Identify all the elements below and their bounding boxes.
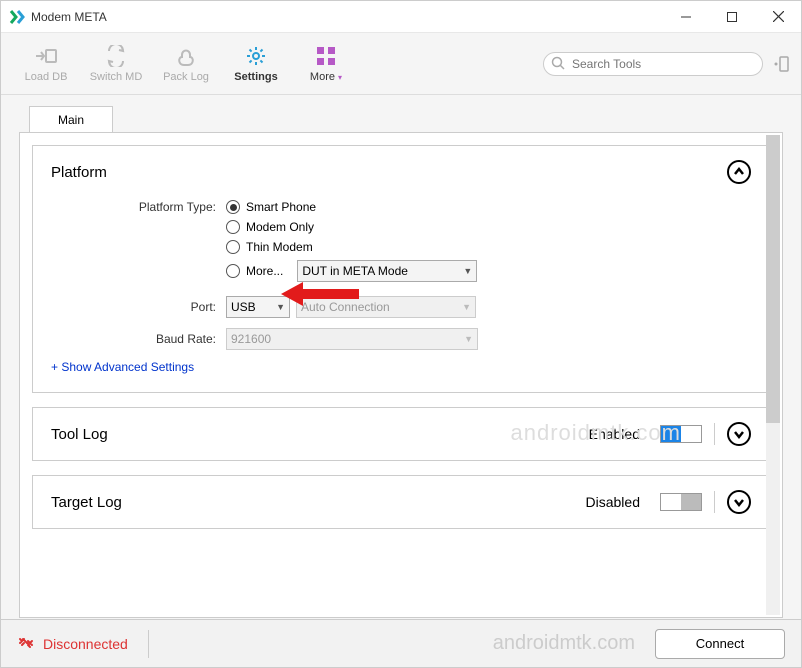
tool-log-title: Tool Log <box>51 426 108 443</box>
more-mode-select[interactable]: DUT in META Mode▼ <box>297 260 477 282</box>
settings-label: Settings <box>234 71 277 83</box>
connect-button[interactable]: Connect <box>655 629 785 659</box>
load-db-button[interactable]: Load DB <box>11 44 81 83</box>
tool-log-expand-button[interactable] <box>727 422 751 446</box>
baud-label: Baud Rate: <box>51 332 226 346</box>
collapse-button[interactable] <box>727 160 751 184</box>
settings-button[interactable]: Settings <box>221 44 291 83</box>
search-field[interactable] <box>543 52 763 76</box>
platform-section: Platform Platform Type: Smart Phone Mode… <box>32 145 770 393</box>
panel-toggle-icon[interactable] <box>771 54 791 74</box>
more-icon <box>314 44 338 68</box>
port-connection-select: Auto Connection▼ <box>296 296 476 318</box>
pack-log-button[interactable]: Pack Log <box>151 44 221 83</box>
app-logo-icon <box>9 9 25 25</box>
main-panel: Platform Platform Type: Smart Phone Mode… <box>19 132 783 618</box>
settings-icon <box>244 44 268 68</box>
radio-more-label[interactable]: More... <box>246 264 283 278</box>
more-label: More ▾ <box>310 71 342 83</box>
status-text: Disconnected <box>43 636 128 652</box>
tab-main[interactable]: Main <box>29 106 113 133</box>
show-advanced-link[interactable]: + Show Advanced Settings <box>51 360 751 374</box>
radio-modem-only[interactable] <box>226 220 240 234</box>
title-bar: Modem META <box>1 1 801 33</box>
target-log-state: Disabled <box>586 494 640 510</box>
content-area: Main Platform Platform Type: Smart Phone… <box>1 95 801 619</box>
status-separator <box>148 630 149 658</box>
close-button[interactable] <box>755 1 801 33</box>
switch-md-button[interactable]: Switch MD <box>81 44 151 83</box>
more-button[interactable]: More ▾ <box>291 44 361 83</box>
baud-select: 921600▼ <box>226 328 478 350</box>
target-log-title: Target Log <box>51 494 122 511</box>
pack-log-label: Pack Log <box>163 71 209 83</box>
disconnected-icon <box>17 633 35 654</box>
target-log-section: Target Log Disabled <box>32 475 770 529</box>
port-label: Port: <box>51 300 226 314</box>
load-db-icon <box>34 44 58 68</box>
search-icon <box>551 56 565 75</box>
status-watermark: androidmtk.com <box>493 632 635 655</box>
platform-title: Platform <box>51 164 107 181</box>
scroll-thumb[interactable] <box>766 135 780 423</box>
target-log-toggle[interactable] <box>660 493 702 511</box>
radio-smart-phone-label[interactable]: Smart Phone <box>246 200 316 214</box>
radio-smart-phone[interactable] <box>226 200 240 214</box>
search-input[interactable] <box>543 52 763 76</box>
tab-strip: Main <box>29 105 783 132</box>
platform-type-label: Platform Type: <box>51 200 226 214</box>
pack-log-icon <box>174 44 198 68</box>
switch-md-icon <box>104 44 128 68</box>
target-log-expand-button[interactable] <box>727 490 751 514</box>
radio-thin-modem-label[interactable]: Thin Modem <box>246 240 313 254</box>
radio-more[interactable] <box>226 264 240 278</box>
minimize-button[interactable] <box>663 1 709 33</box>
toolbar: Load DB Switch MD Pack Log Settings More… <box>1 33 801 95</box>
radio-thin-modem[interactable] <box>226 240 240 254</box>
status-bar: Disconnected androidmtk.com Connect <box>1 619 801 667</box>
window-title: Modem META <box>31 10 663 24</box>
radio-modem-only-label[interactable]: Modem Only <box>246 220 314 234</box>
maximize-button[interactable] <box>709 1 755 33</box>
load-db-label: Load DB <box>25 71 68 83</box>
port-select[interactable]: USB▼ <box>226 296 290 318</box>
tool-log-state: Enabled <box>589 426 640 442</box>
switch-md-label: Switch MD <box>90 71 143 83</box>
scrollbar[interactable] <box>766 135 780 615</box>
tool-log-section: Tool Log Enabled <box>32 407 770 461</box>
tool-log-toggle[interactable] <box>660 425 702 443</box>
